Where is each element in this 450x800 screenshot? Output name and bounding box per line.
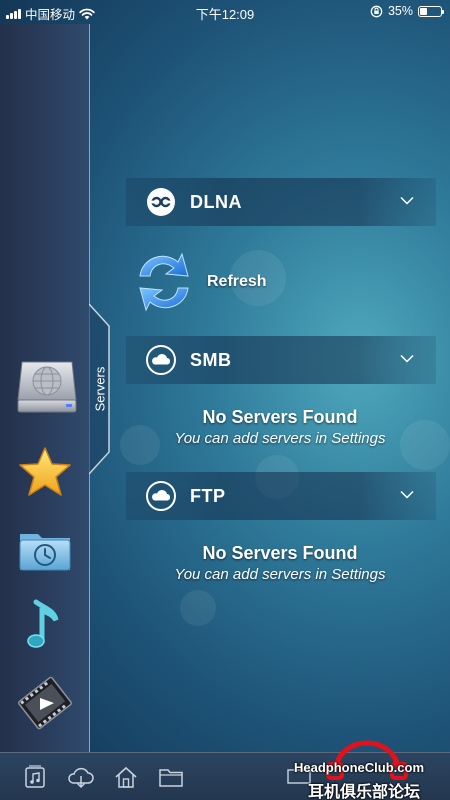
sidebar-item-video[interactable] bbox=[14, 672, 76, 734]
chevron-down-icon bbox=[400, 354, 414, 363]
music-note-icon bbox=[27, 599, 59, 648]
cloud-icon bbox=[146, 345, 176, 375]
watermark-logo: HeadphoneClub.com 耳机俱乐部论坛 bbox=[292, 738, 450, 800]
bokeh-decoration bbox=[180, 590, 216, 626]
refresh-icon bbox=[139, 252, 189, 312]
chevron-down-icon bbox=[400, 196, 414, 205]
ftp-empty-title: No Servers Found bbox=[202, 543, 358, 563]
orientation-lock-icon bbox=[370, 5, 383, 17]
status-bar: 中国移动 下午12:09 35% bbox=[0, 0, 450, 24]
refresh-label: Refresh bbox=[207, 273, 267, 290]
cloud-download-icon[interactable] bbox=[66, 765, 96, 789]
refresh-button[interactable]: Refresh bbox=[134, 246, 414, 320]
section-title-dlna: DLNA bbox=[190, 192, 242, 212]
smb-empty-title: No Servers Found bbox=[202, 407, 358, 427]
sidebar bbox=[0, 24, 90, 752]
folder-icon[interactable] bbox=[158, 765, 184, 789]
tab-servers[interactable]: Servers bbox=[89, 304, 111, 474]
ftp-empty-message: No Servers Found You can add servers in … bbox=[130, 543, 430, 583]
watermark-site: HeadphoneClub.com bbox=[294, 760, 425, 775]
dlna-icon bbox=[147, 188, 175, 216]
sidebar-item-servers[interactable] bbox=[14, 354, 77, 416]
film-icon bbox=[18, 676, 72, 730]
section-title-smb: SMB bbox=[190, 350, 232, 370]
sidebar-item-recent[interactable] bbox=[14, 520, 76, 582]
home-icon[interactable] bbox=[113, 765, 139, 789]
battery-level-fill bbox=[420, 7, 427, 15]
smb-empty-subtitle: You can add servers in Settings bbox=[174, 430, 386, 447]
battery-percent: 35% bbox=[387, 4, 413, 18]
battery-icon bbox=[418, 5, 444, 17]
hard-drive-icon bbox=[17, 361, 77, 413]
star-icon bbox=[19, 447, 71, 496]
cloud-icon bbox=[146, 481, 176, 511]
section-header-smb[interactable]: SMB bbox=[126, 336, 436, 384]
music-library-icon[interactable] bbox=[22, 765, 48, 789]
section-header-ftp[interactable]: FTP bbox=[126, 472, 436, 520]
sidebar-item-favorites[interactable] bbox=[14, 442, 76, 504]
watermark-forum-name: 耳机俱乐部论坛 bbox=[308, 784, 421, 800]
ftp-empty-subtitle: You can add servers in Settings bbox=[174, 566, 386, 583]
chevron-down-icon bbox=[400, 490, 414, 499]
section-header-dlna[interactable]: DLNA bbox=[126, 178, 436, 226]
smb-empty-message: No Servers Found You can add servers in … bbox=[130, 407, 430, 447]
clock-folder-icon bbox=[19, 534, 71, 571]
section-title-ftp: FTP bbox=[190, 486, 226, 506]
tab-servers-label: Servers bbox=[92, 366, 108, 412]
status-right: 35% bbox=[370, 4, 444, 18]
sidebar-item-music[interactable] bbox=[14, 594, 76, 656]
